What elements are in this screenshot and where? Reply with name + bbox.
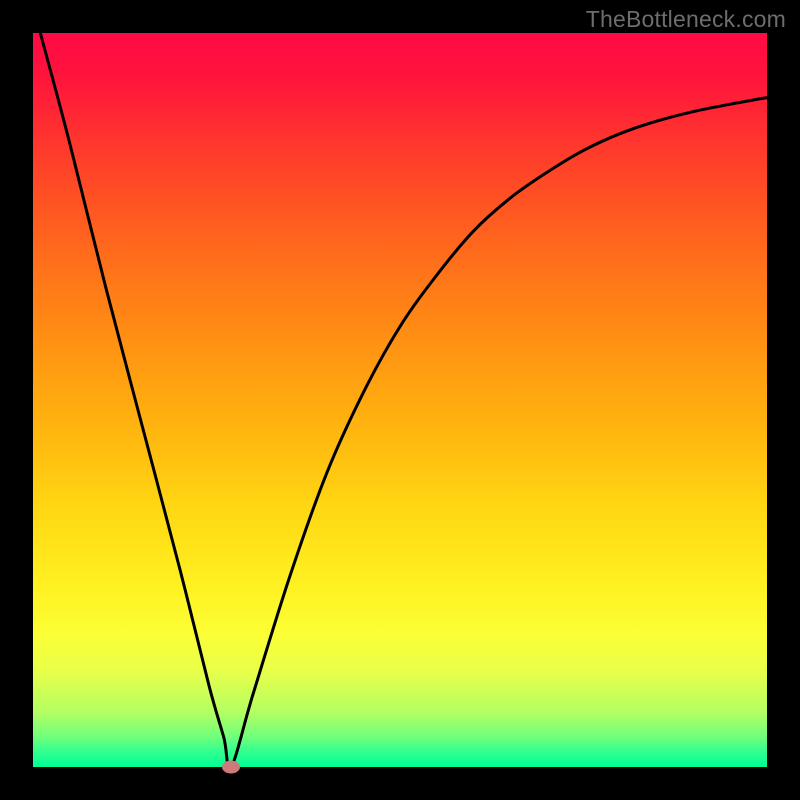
minimum-marker [222,761,240,774]
bottleneck-curve [40,33,767,767]
chart-frame: TheBottleneck.com [0,0,800,800]
watermark-text: TheBottleneck.com [586,6,786,33]
plot-area [33,33,767,767]
curve-svg [33,33,767,767]
